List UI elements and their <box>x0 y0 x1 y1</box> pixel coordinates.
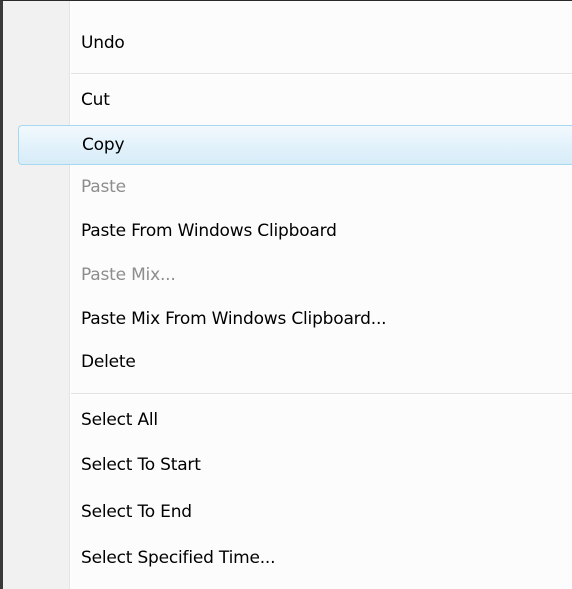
menu-item-label: Undo <box>81 33 125 53</box>
menu-item-delete[interactable]: Delete <box>11 342 572 382</box>
menu-item-paste-from-windows-clipboard[interactable]: Paste From Windows Clipboard <box>11 211 572 251</box>
menu-item-select-specified-time[interactable]: Select Specified Time... <box>11 538 572 578</box>
menu-item-label: Select All <box>81 410 158 430</box>
menu-item-label: Paste Mix... <box>81 265 176 285</box>
menu-item-paste-mix[interactable]: Paste Mix... <box>11 255 572 295</box>
menu-item-paste[interactable]: Paste <box>11 167 572 207</box>
menu-item-label: Delete <box>81 352 136 372</box>
edit-context-menu: Undo Cut Copy Paste Paste From Windows C… <box>0 0 572 589</box>
menu-item-label: Paste From Windows Clipboard <box>81 221 337 241</box>
menu-item-label: Cut <box>81 90 110 110</box>
menu-item-label: Paste Mix From Windows Clipboard... <box>81 309 387 329</box>
menu-item-select-all[interactable]: Select All <box>11 400 572 440</box>
menu-item-label: Copy <box>82 135 125 155</box>
menu-item-select-to-start[interactable]: Select To Start <box>11 445 572 485</box>
menu-item-paste-mix-from-windows-clipboard[interactable]: Paste Mix From Windows Clipboard... <box>11 299 572 339</box>
menu-item-cut[interactable]: Cut <box>11 80 572 120</box>
separator-line-highlight <box>71 74 572 75</box>
menu-item-label: Select To End <box>81 502 192 522</box>
menu-item-label: Paste <box>81 177 126 197</box>
separator-line-highlight <box>71 394 572 395</box>
menu-item-label: Select To Start <box>81 455 201 475</box>
menu-item-label: Select Specified Time... <box>81 548 276 568</box>
menu-item-select-to-end[interactable]: Select To End <box>11 492 572 532</box>
menu-item-undo[interactable]: Undo <box>11 23 572 63</box>
menu-separator <box>71 73 572 75</box>
menu-separator <box>71 393 572 395</box>
menu-item-copy[interactable]: Copy <box>18 125 572 165</box>
